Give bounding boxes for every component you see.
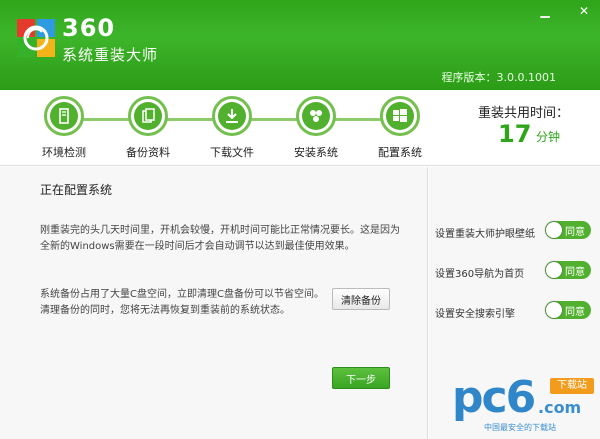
tip-line: 清理备份的同时，您将无法再恢复到重装前的系统状态。 [40,305,290,316]
timer-title: 重装共用时间： [478,106,570,121]
watermark-domain: .com [538,398,582,417]
brand-number: 360 [62,14,116,42]
step-install: 安装系统 [276,96,356,160]
minimize-button[interactable]: ▁ [536,4,554,18]
agree-toggle[interactable]: 同意 [545,221,591,239]
agree-toggle[interactable]: 同意 [545,261,591,279]
version-text: 程序版本：3.0.0.1001 [441,71,556,84]
next-step-button[interactable]: 下一步 [332,367,390,389]
step-label: 安装系统 [294,146,338,159]
windows-config-icon [393,109,407,122]
watermark-tag: 下载站 [550,378,594,394]
toggle-knob [546,302,562,318]
timer-value: 17 [498,120,532,148]
close-button[interactable]: ✕ [575,4,593,18]
step-label: 环境检测 [42,146,86,159]
watermark-brand: pc6 [452,372,536,423]
brand-name: 系统重装大师 [62,46,159,64]
tip-line: 全新的Windows需要在一段时间后才会自动调节以达到最佳使用效果。 [40,241,355,252]
step-backup: 备份资料 [108,96,188,160]
step-label: 配置系统 [378,146,422,159]
progress-steps: 环境检测 备份资料 下载文件 安装系统 配置系统 重装共用时间： 17 分钟 [0,90,600,166]
download-icon [226,109,238,123]
timer-unit: 分钟 [536,130,561,144]
status-title: 正在配置系统 [40,183,113,197]
step-environment-check: 环境检测 [24,96,104,160]
watermark-slogan: 中国最安全的下载站 [484,423,556,432]
tip-line: 刚重装完的头几天时间里，开机会较慢，开机时间可能比正常情况要长。这是因为 [40,225,400,236]
logo-icon [17,19,55,57]
monitor-icon [59,108,69,124]
option-search-engine: 设置安全搜索引擎 同意 [435,301,595,321]
option-label: 设置360导航为首页 [435,269,525,280]
tip-line: 系统备份占用了大量C盘空间，立即清理C盘备份可以节省空间。 [40,289,324,300]
step-configure: 配置系统 [360,96,440,160]
option-label: 设置重装大师护眼壁纸 [435,229,535,240]
toggle-label: 同意 [565,307,585,318]
step-label: 下载文件 [210,146,254,159]
toggle-label: 同意 [565,227,585,238]
main-panel: 正在配置系统 刚重装完的头几天时间里，开机会较慢，开机时间可能比正常情况要长。这… [0,167,428,439]
option-eye-wallpaper: 设置重装大师护眼壁纸 同意 [435,221,595,241]
step-label: 备份资料 [126,146,170,159]
option-label: 设置安全搜索引擎 [435,309,515,320]
option-homepage: 设置360导航为首页 同意 [435,261,595,281]
tip-paragraph-2: 系统备份占用了大量C盘空间，立即清理C盘备份可以节省空间。 清理备份的同时，您将… [40,287,324,319]
toggle-label: 同意 [565,267,585,278]
backup-icon [142,108,155,123]
clear-backup-button[interactable]: 清除备份 [332,288,390,310]
title-bar: 360 系统重装大师 程序版本：3.0.0.1001 ▁ ✕ [0,0,600,90]
step-download: 下载文件 [192,96,272,160]
toggle-knob [546,262,562,278]
pc6-watermark: pc6 下载站 .com 中国最安全的下载站 [452,370,598,436]
tip-paragraph-1: 刚重装完的头几天时间里，开机会较慢，开机时间可能比正常情况要长。这是因为 全新的… [40,223,400,255]
agree-toggle[interactable]: 同意 [545,301,591,319]
install-icon [310,110,322,122]
toggle-knob [546,222,562,238]
